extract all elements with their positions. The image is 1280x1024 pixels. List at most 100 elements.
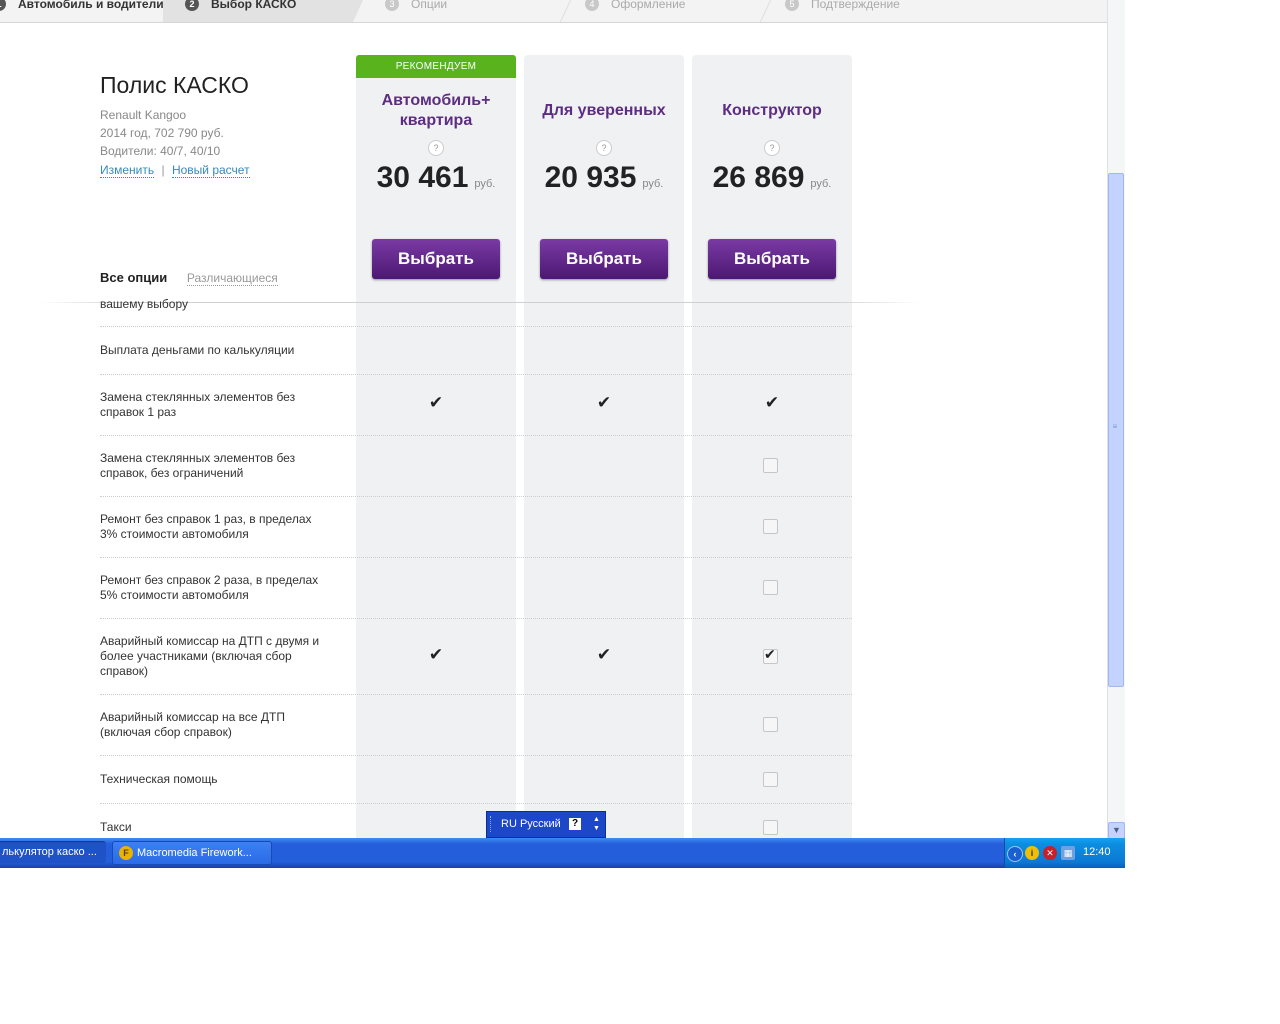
step-1[interactable]: 1 Автомобиль и водители [0, 0, 164, 14]
plan-1-name-line1: Автомобиль+ [381, 92, 491, 109]
plan-1-name-line2: квартира [399, 112, 473, 129]
scrollbar-grip-icon: ≡ [1112, 422, 1118, 431]
taskbar: лькулятор каско ... F Macromedia Firework… [0, 838, 1124, 868]
step-separator [559, 0, 572, 22]
option-label: Аварийный комиссар на все ДТП (включая с… [100, 710, 285, 739]
langbar-help-icon[interactable]: ? [569, 818, 581, 830]
car-model: Renault Kangoo [100, 108, 187, 122]
row-divider [100, 557, 852, 558]
plan-3-select-button[interactable]: Выбрать [708, 239, 836, 279]
row-divider [100, 694, 852, 695]
plan-3-currency: руб. [810, 178, 832, 190]
drivers-info: Водители: 40/7, 40/10 [100, 144, 221, 158]
option-label: Замена стеклянных элементов без справок,… [100, 451, 296, 480]
option-checkbox-checked[interactable] [763, 646, 778, 664]
row-divider [100, 374, 852, 375]
plan-1-price: 30 461 руб. [356, 161, 516, 195]
check-icon: ✔ [428, 393, 444, 412]
network-icon[interactable]: ▦ [1061, 846, 1075, 860]
language-bar[interactable]: RU Русский ? ▲ ▼ [486, 811, 606, 838]
browser-viewport: 1 Автомобиль и водители 2 Выбор КАСКО 3 … [0, 0, 1107, 838]
steps-bar: 1 Автомобиль и водители 2 Выбор КАСКО 3 … [0, 0, 1107, 23]
langbar-options-icon[interactable]: ▲ ▼ [593, 815, 600, 833]
option-label: Ремонт без справок 2 раза, в пределах 5%… [100, 573, 319, 602]
taskbar-item-browser[interactable]: лькулятор каско ... [0, 841, 106, 863]
tray-collapse-icon[interactable]: ‹ [1007, 846, 1023, 862]
plan-1-price-amount: 30 461 [376, 161, 469, 194]
step-4[interactable]: 4 Оформление [585, 0, 685, 14]
clock: 12:40 [1083, 846, 1111, 858]
new-calc-link[interactable]: Новый расчет [171, 163, 250, 178]
tab-different-options[interactable]: Различающиеся [186, 271, 278, 286]
row-divider [100, 496, 852, 497]
plan-3-help-icon[interactable]: ? [764, 140, 780, 156]
language-label[interactable]: RU Русский [501, 818, 561, 830]
plan-column-1: РЕКОМЕНДУЕМ Автомобиль+ квартира ? 30 46… [356, 55, 516, 838]
option-label: Ремонт без справок 1 раз, в пределах 3% … [100, 512, 312, 541]
step-5-number: 5 [785, 0, 799, 11]
option-label: Замена стеклянных элементов без справок … [100, 390, 296, 419]
step-separator [759, 0, 772, 22]
option-checkbox[interactable] [763, 519, 778, 534]
check-icon: ✔ [428, 645, 444, 664]
car-year-price: 2014 год, 702 790 руб. [100, 126, 224, 140]
fireworks-icon: F [119, 846, 133, 861]
plan-3-name: Конструктор [722, 102, 822, 119]
taskbar-item-fireworks-label: Macromedia Firework... [137, 847, 252, 859]
option-label: Выплата деньгами по калькуляции [100, 343, 295, 357]
check-icon: ✔ [596, 393, 612, 412]
plan-2-price-amount: 20 935 [544, 161, 637, 194]
step-5[interactable]: 5 Подтверждение [785, 0, 900, 14]
step-4-label: Оформление [611, 0, 686, 11]
policy-links: Изменить | Новый расчет [100, 163, 250, 178]
links-separator: | [161, 163, 165, 177]
plan-2-help-icon[interactable]: ? [596, 140, 612, 156]
check-icon: ✔ [596, 645, 612, 664]
row-divider [100, 435, 852, 436]
taskbar-item-fireworks[interactable]: F Macromedia Firework... [112, 841, 272, 865]
step-2[interactable]: 2 Выбор КАСКО [185, 0, 296, 14]
page-title: Полис КАСКО [100, 72, 249, 98]
option-checkbox[interactable] [763, 580, 778, 595]
plan-1-currency: руб. [474, 178, 496, 190]
option-checkbox[interactable] [763, 820, 778, 835]
plan-1-select-button[interactable]: Выбрать [372, 239, 500, 279]
plan-1-name: Автомобиль+ квартира [356, 91, 516, 131]
option-label: Аварийный комиссар на ДТП с двумя и боле… [100, 634, 320, 678]
step-1-number: 1 [0, 0, 6, 11]
plan-3-price-amount: 26 869 [712, 161, 805, 194]
option-label: Такси [100, 820, 132, 834]
plan-2-select-button[interactable]: Выбрать [540, 239, 668, 279]
plan-2-price: 20 935 руб. [524, 161, 684, 195]
change-link[interactable]: Изменить [100, 163, 155, 178]
plan-column-2: Для уверенных ? 20 935 руб. Выбрать [524, 55, 684, 838]
option-checkbox[interactable] [763, 717, 778, 732]
step-4-number: 4 [585, 0, 599, 11]
step-3[interactable]: 3 Опции [385, 0, 447, 14]
step-2-label: Выбор КАСКО [211, 0, 297, 11]
option-checkbox[interactable] [763, 772, 778, 787]
plan-1-help-icon[interactable]: ? [428, 140, 444, 156]
langbar-grip[interactable] [490, 816, 494, 832]
recommended-badge: РЕКОМЕНДУЕМ [356, 55, 516, 78]
row-divider [100, 803, 852, 804]
check-icon: ✔ [764, 393, 780, 412]
option-checkbox[interactable] [763, 458, 778, 473]
row-divider [100, 618, 852, 619]
step-2-number: 2 [185, 0, 199, 11]
plan-2-name: Для уверенных [542, 102, 666, 119]
security-shield-icon[interactable]: ✕ [1043, 846, 1057, 860]
scroll-down-arrow-icon[interactable]: ▼ [1108, 822, 1125, 839]
option-label: Техническая помощь [100, 772, 218, 786]
row-divider [100, 326, 852, 327]
row-divider [100, 755, 852, 756]
plan-2-currency: руб. [642, 178, 664, 190]
step-3-label: Опции [411, 0, 448, 11]
option-label-partial: вашему выбору [100, 297, 189, 311]
info-icon[interactable]: i [1025, 846, 1039, 860]
options-tabs: Все опции Различающиеся [100, 270, 278, 286]
tab-all-options[interactable]: Все опции [100, 270, 167, 285]
step-3-number: 3 [385, 0, 399, 11]
step-5-label: Подтверждение [811, 0, 900, 11]
step-1-label: Автомобиль и водители [18, 0, 164, 11]
